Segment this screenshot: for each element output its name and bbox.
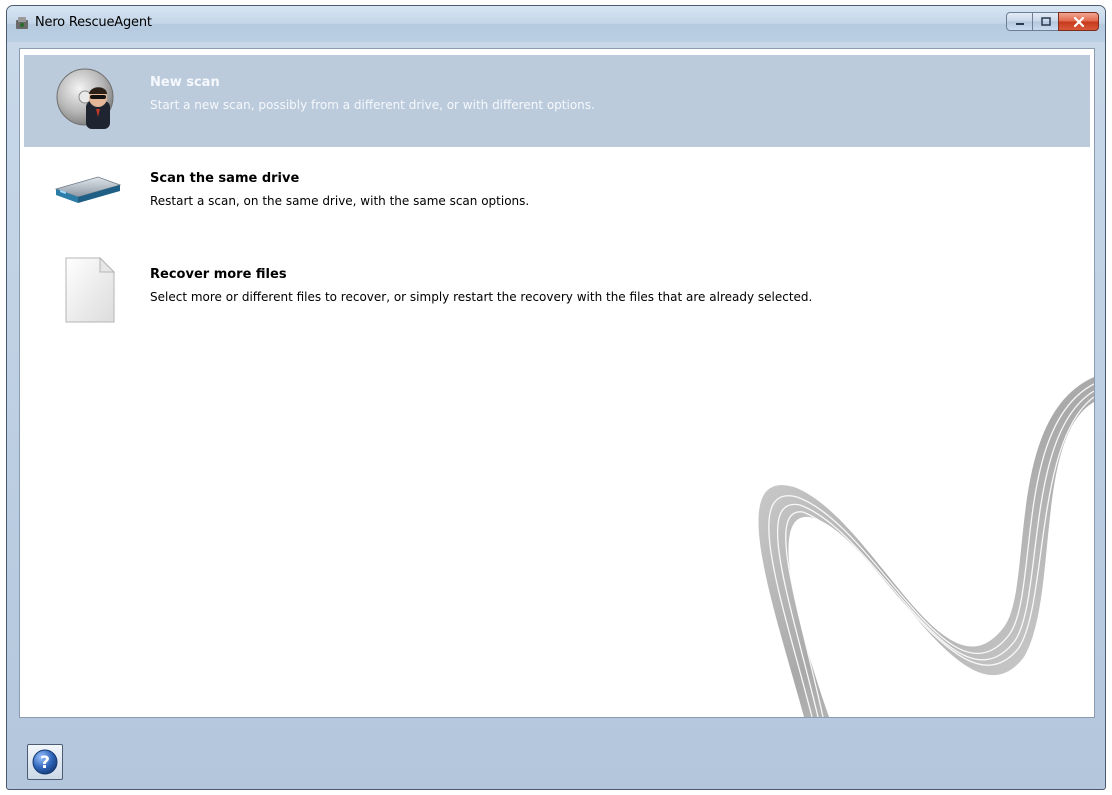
window-controls — [1006, 12, 1099, 32]
footer-bar: ? — [7, 722, 1105, 789]
decorative-wave — [758, 377, 1094, 717]
option-description: Select more or different files to recove… — [150, 290, 813, 304]
options-panel: New scan Start a new scan, possibly from… — [19, 48, 1095, 718]
option-description: Start a new scan, possibly from a differ… — [150, 98, 595, 112]
close-button[interactable] — [1058, 12, 1099, 31]
maximize-icon — [1040, 16, 1051, 26]
window-title: Nero RescueAgent — [35, 15, 152, 30]
document-icon — [65, 256, 116, 323]
new-scan-disc-icon — [56, 68, 114, 129]
app-window: Nero RescueAgent New scan Start a new sc… — [6, 5, 1106, 790]
hard-drive-icon — [54, 176, 122, 203]
app-icon — [16, 17, 28, 29]
help-button[interactable]: ? — [27, 744, 63, 780]
maximize-button[interactable] — [1032, 12, 1059, 31]
close-icon — [1073, 16, 1084, 27]
svg-text:?: ? — [40, 753, 50, 773]
option-scan-same-drive[interactable]: Scan the same drive Restart a scan, on t… — [24, 151, 1090, 243]
minimize-icon — [1015, 22, 1024, 25]
option-description: Restart a scan, on the same drive, with … — [150, 194, 530, 208]
option-new-scan[interactable]: New scan Start a new scan, possibly from… — [24, 55, 1090, 147]
option-label: Recover more files — [150, 267, 287, 282]
option-label: New scan — [150, 75, 220, 90]
option-recover-more-files[interactable]: Recover more files Select more or differ… — [24, 247, 1090, 339]
minimize-button[interactable] — [1006, 12, 1033, 31]
help-icon: ? — [32, 749, 58, 775]
option-label: Scan the same drive — [150, 171, 300, 186]
title-bar[interactable]: Nero RescueAgent — [7, 6, 1105, 42]
